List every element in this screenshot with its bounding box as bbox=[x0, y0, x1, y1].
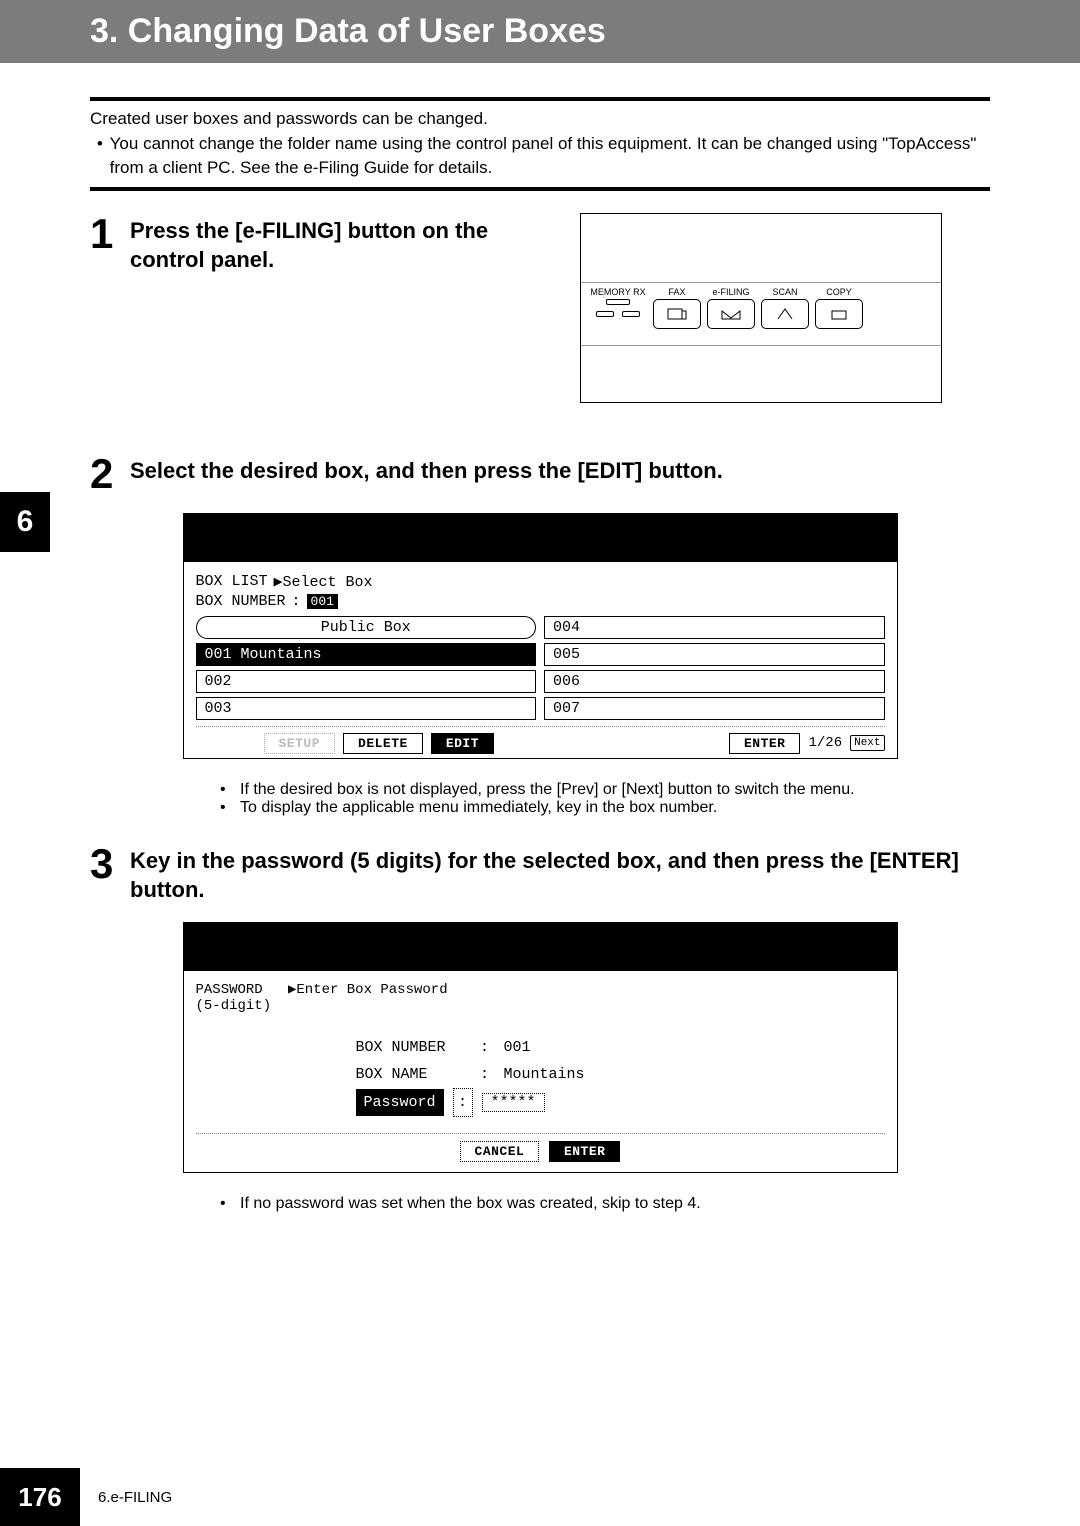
memory-slot-icon bbox=[596, 311, 614, 317]
next-button[interactable]: Next bbox=[850, 735, 884, 751]
delete-button[interactable]: DELETE bbox=[343, 733, 423, 754]
pw-boxnumber-label: BOX NUMBER bbox=[356, 1034, 466, 1061]
note-text: If the desired box is not displayed, pre… bbox=[240, 781, 855, 799]
box-item-002[interactable]: 002 bbox=[196, 670, 537, 693]
password-header: PASSWORD bbox=[196, 982, 263, 998]
screen-topbar bbox=[184, 514, 897, 562]
pw-password-label: Password bbox=[356, 1089, 444, 1116]
box-item-006[interactable]: 006 bbox=[544, 670, 885, 693]
edit-button[interactable]: EDIT bbox=[431, 733, 494, 754]
fax-button[interactable] bbox=[653, 299, 701, 329]
fax-icon bbox=[666, 307, 688, 321]
footer-section: 6.e-FILING bbox=[98, 1489, 172, 1506]
intro-lead: Created user boxes and passwords can be … bbox=[90, 107, 990, 132]
step-text: Press the [e-FILING] button on the contr… bbox=[130, 213, 560, 274]
intro-block: Created user boxes and passwords can be … bbox=[90, 107, 990, 181]
panel-label-memoryrx: MEMORY RX bbox=[590, 287, 645, 297]
divider bbox=[90, 187, 990, 191]
enter-password-label: ▶Enter Box Password bbox=[288, 982, 448, 998]
pw-boxnumber-value: 001 bbox=[504, 1039, 531, 1056]
panel-label-fax: FAX bbox=[668, 287, 685, 297]
chapter-tab: 6 bbox=[0, 492, 50, 552]
memory-slot-icon bbox=[606, 299, 630, 305]
step-number: 3 bbox=[90, 843, 130, 885]
step-2: 2 Select the desired box, and then press… bbox=[90, 453, 990, 495]
cancel-button[interactable]: CANCEL bbox=[460, 1141, 540, 1162]
scan-icon bbox=[774, 307, 796, 321]
pw-password-value[interactable]: ***** bbox=[482, 1093, 545, 1112]
box-item-003[interactable]: 003 bbox=[196, 697, 537, 720]
step-number: 2 bbox=[90, 453, 130, 495]
page-indicator: 1/26 bbox=[808, 735, 842, 751]
scan-button[interactable] bbox=[761, 299, 809, 329]
pw-boxname-label: BOX NAME bbox=[356, 1061, 466, 1088]
enter-button[interactable]: ENTER bbox=[549, 1141, 621, 1162]
lcd-screen-boxlist: BOX LIST ▶Select Box BOX NUMBER : 001 Pu… bbox=[183, 513, 898, 759]
page-title-bar: 3. Changing Data of User Boxes bbox=[0, 0, 1080, 63]
setup-button[interactable]: SETUP bbox=[264, 733, 336, 754]
select-box-label: ▶Select Box bbox=[274, 572, 373, 591]
page-number: 176 bbox=[0, 1468, 80, 1526]
bullet-dot: • bbox=[90, 132, 110, 181]
divider bbox=[90, 97, 990, 101]
box-item-public[interactable]: Public Box bbox=[196, 616, 537, 639]
pw-boxname-value: Mountains bbox=[504, 1066, 585, 1083]
panel-label-copy: COPY bbox=[826, 287, 852, 297]
control-panel-figure: MEMORY RX FAX e-FILING bbox=[580, 213, 942, 403]
step-1: 1 Press the [e-FILING] button on the con… bbox=[90, 213, 990, 403]
step-text: Key in the password (5 digits) for the s… bbox=[130, 843, 990, 904]
intro-bullet-text: You cannot change the folder name using … bbox=[110, 132, 990, 181]
step3-notes: •If no password was set when the box was… bbox=[220, 1195, 990, 1213]
box-item-005[interactable]: 005 bbox=[544, 643, 885, 666]
step-number: 1 bbox=[90, 213, 130, 255]
panel-label-efiling: e-FILING bbox=[712, 287, 749, 297]
page-title: 3. Changing Data of User Boxes bbox=[90, 12, 1080, 51]
screen-topbar bbox=[184, 923, 897, 971]
enter-button[interactable]: ENTER bbox=[729, 733, 801, 754]
note-text: If no password was set when the box was … bbox=[240, 1195, 701, 1213]
note-text: To display the applicable menu immediate… bbox=[240, 799, 717, 817]
copy-button[interactable] bbox=[815, 299, 863, 329]
box-item-007[interactable]: 007 bbox=[544, 697, 885, 720]
box-list-label: BOX LIST bbox=[196, 573, 268, 590]
efiling-button[interactable] bbox=[707, 299, 755, 329]
inbox-icon bbox=[720, 307, 742, 321]
box-number-label: BOX NUMBER bbox=[196, 593, 286, 610]
box-item-004[interactable]: 004 bbox=[544, 616, 885, 639]
box-number-value: 001 bbox=[307, 594, 338, 609]
memory-slot-icon bbox=[622, 311, 640, 317]
step-text: Select the desired box, and then press t… bbox=[130, 453, 990, 486]
five-digit-label: (5-digit) bbox=[196, 998, 885, 1014]
panel-label-scan: SCAN bbox=[772, 287, 797, 297]
step-3: 3 Key in the password (5 digits) for the… bbox=[90, 843, 990, 904]
step2-notes: •If the desired box is not displayed, pr… bbox=[220, 781, 990, 817]
copy-icon bbox=[828, 307, 850, 321]
lcd-screen-password: PASSWORD ▶Enter Box Password (5-digit) B… bbox=[183, 922, 898, 1173]
box-item-001[interactable]: 001 Mountains bbox=[196, 643, 537, 666]
page-footer: 176 6.e-FILING bbox=[0, 1468, 1080, 1526]
